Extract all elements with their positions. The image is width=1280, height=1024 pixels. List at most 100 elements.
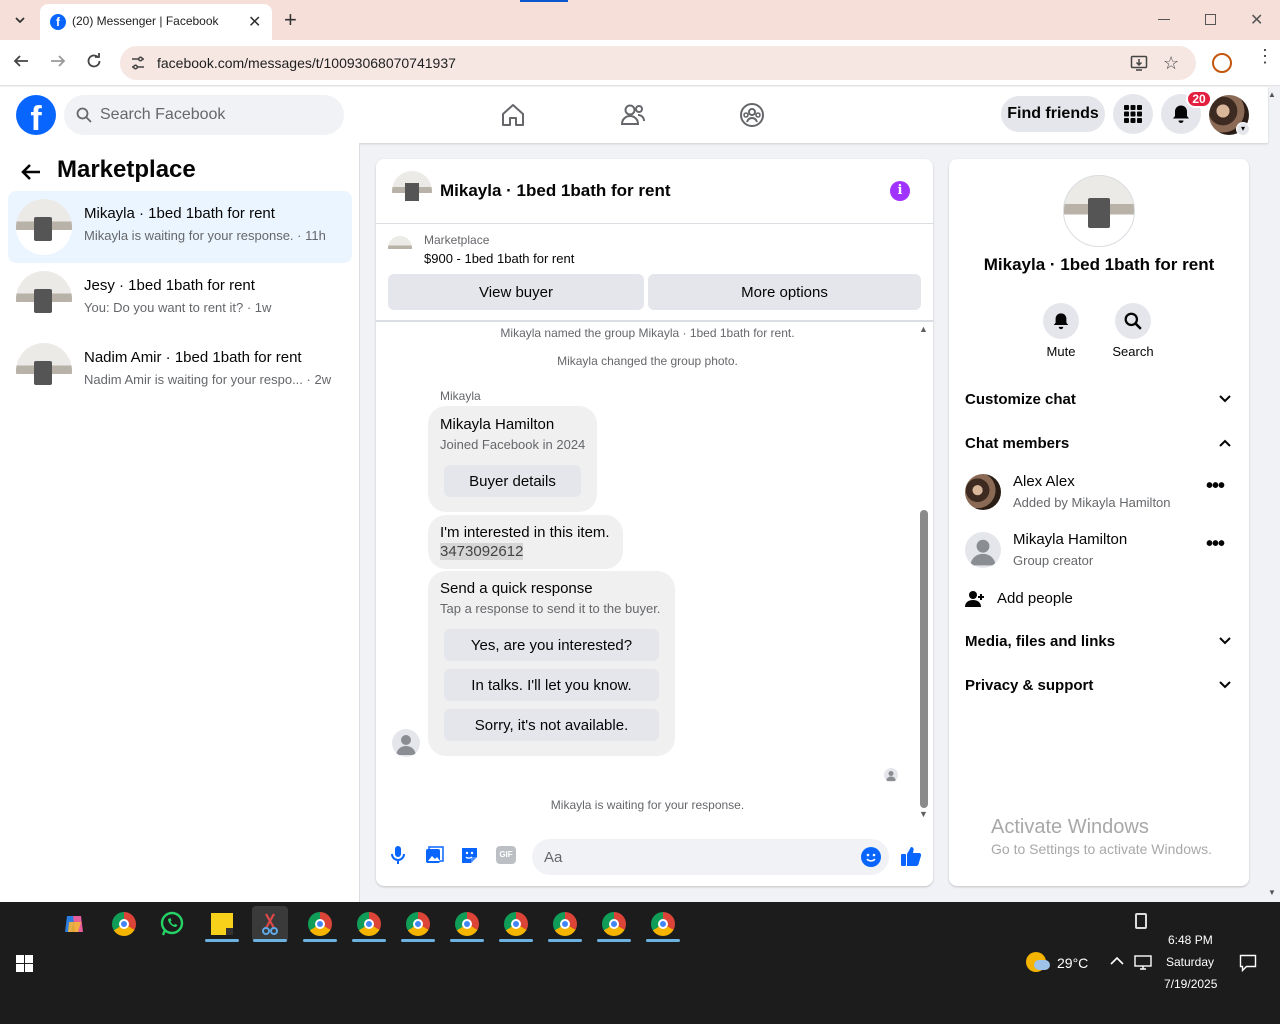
- listing-title[interactable]: $900 - 1bed 1bath for rent: [424, 251, 574, 266]
- clock-day[interactable]: Saturday: [1166, 955, 1214, 969]
- member-row[interactable]: Alex Alex Added by Mikayla Hamilton •••: [949, 471, 1249, 515]
- chat-title[interactable]: Mikayla · 1bed 1bath for rent: [440, 181, 671, 201]
- site-settings-icon[interactable]: [130, 55, 146, 71]
- chrome-profile-app-icon[interactable]: [351, 906, 387, 942]
- header-divider: [376, 223, 933, 224]
- minimize-icon[interactable]: [1158, 19, 1170, 20]
- account-chevron-icon[interactable]: ▾: [1236, 122, 1250, 136]
- conversation-name: Nadim Amir · 1bed 1bath for rent: [84, 349, 302, 366]
- quick-response-button[interactable]: Sorry, it's not available.: [444, 709, 659, 741]
- media-files-row[interactable]: Media, files and links: [949, 627, 1249, 657]
- listing-thumbnail: [16, 271, 72, 327]
- windows-start-icon[interactable]: [16, 955, 33, 972]
- chrome-profile-app-icon[interactable]: [302, 906, 338, 942]
- add-people-row[interactable]: Add people: [949, 585, 1249, 615]
- sticky-notes-app-icon[interactable]: [204, 906, 240, 942]
- chrome-app-icon[interactable]: [106, 906, 142, 942]
- weather-widget[interactable]: 29°C: [1026, 950, 1090, 976]
- new-tab-icon[interactable]: +: [284, 7, 297, 33]
- clock-date[interactable]: 7/19/2025: [1164, 977, 1217, 991]
- whatsapp-app-icon[interactable]: [154, 906, 190, 942]
- tab-close-icon[interactable]: ✕: [248, 12, 261, 32]
- group-photo[interactable]: [1063, 175, 1135, 247]
- close-window-icon[interactable]: ✕: [1250, 10, 1263, 30]
- copilot-app-icon[interactable]: [56, 906, 92, 942]
- more-options-button[interactable]: More options: [648, 274, 921, 310]
- notification-center-icon[interactable]: [1239, 954, 1257, 972]
- media-files-label: Media, files and links: [965, 633, 1116, 650]
- search-in-chat-button[interactable]: [1115, 303, 1151, 339]
- privacy-support-row[interactable]: Privacy & support: [949, 671, 1249, 701]
- page-scroll-up-arrow[interactable]: ▲: [1268, 90, 1276, 99]
- gif-icon[interactable]: GIF: [496, 846, 516, 864]
- friends-icon[interactable]: [620, 102, 646, 128]
- conversation-item[interactable]: Jesy · 1bed 1bath for rent You: Do you w…: [8, 263, 352, 335]
- listing-source: Marketplace: [424, 233, 490, 247]
- microphone-icon[interactable]: [390, 845, 406, 865]
- phone-number-text[interactable]: 3473092612: [440, 543, 524, 560]
- chrome-profile-app-icon[interactable]: [498, 906, 534, 942]
- chat-header-photo[interactable]: [392, 171, 432, 211]
- chrome-profile-app-icon[interactable]: [596, 906, 632, 942]
- reload-icon[interactable]: [85, 52, 103, 70]
- quick-response-button[interactable]: In talks. I'll let you know.: [444, 669, 659, 701]
- browser-menu-icon[interactable]: ⋮: [1256, 47, 1274, 65]
- chat-scrollbar-thumb[interactable]: [920, 510, 928, 808]
- more-options-icon[interactable]: •••: [1206, 533, 1225, 556]
- forward-icon[interactable]: [49, 52, 67, 70]
- info-icon[interactable]: i: [890, 181, 910, 201]
- facebook-logo-icon[interactable]: f: [16, 95, 56, 135]
- listing-divider: [376, 320, 933, 322]
- omnibox[interactable]: facebook.com/messages/t/1009306807074193…: [120, 46, 1196, 80]
- quick-response-button[interactable]: Yes, are you interested?: [444, 629, 659, 661]
- message-input[interactable]: Aa: [532, 839, 889, 875]
- emoji-icon[interactable]: [861, 847, 881, 867]
- clock-time[interactable]: 6:48 PM: [1168, 933, 1213, 947]
- like-thumb-icon[interactable]: [900, 845, 922, 867]
- conversation-item[interactable]: Mikayla · 1bed 1bath for rent Mikayla is…: [8, 191, 352, 263]
- sticker-icon[interactable]: [460, 846, 479, 865]
- tab-title: (20) Messenger | Facebook: [72, 14, 219, 28]
- view-buyer-button[interactable]: View buyer: [388, 274, 644, 310]
- active-app-indicator: [646, 939, 680, 942]
- network-icon[interactable]: [1134, 955, 1152, 971]
- snipping-tool-app-icon[interactable]: [252, 906, 288, 942]
- scroll-down-arrow[interactable]: ▼: [919, 809, 928, 819]
- bookmark-star-icon[interactable]: ☆: [1163, 53, 1179, 74]
- active-app-indicator: [597, 939, 631, 942]
- chrome-profile-app-icon[interactable]: [547, 906, 583, 942]
- install-app-icon[interactable]: [1130, 54, 1148, 72]
- attach-photo-icon[interactable]: [425, 846, 444, 864]
- home-icon[interactable]: [500, 102, 526, 128]
- back-arrow-icon[interactable]: [20, 161, 42, 183]
- customize-chat-row[interactable]: Customize chat: [949, 385, 1249, 415]
- restore-icon[interactable]: [1205, 14, 1216, 25]
- show-hidden-icons-icon[interactable]: [1110, 956, 1124, 966]
- more-options-icon[interactable]: •••: [1206, 475, 1225, 498]
- chrome-profile-app-icon[interactable]: [449, 906, 485, 942]
- page-scroll-down-arrow[interactable]: ▼: [1268, 888, 1276, 897]
- back-icon[interactable]: [12, 52, 30, 70]
- chrome-profile-app-icon[interactable]: [400, 906, 436, 942]
- menu-button[interactable]: [1113, 94, 1153, 134]
- browser-tab[interactable]: f (20) Messenger | Facebook ✕: [40, 4, 272, 40]
- conversation-item[interactable]: Nadim Amir · 1bed 1bath for rent Nadim A…: [8, 335, 352, 407]
- tab-search-button[interactable]: [8, 8, 32, 32]
- conversation-name: Mikayla · 1bed 1bath for rent: [84, 205, 275, 222]
- profile-icon[interactable]: [1212, 53, 1232, 73]
- scroll-up-arrow[interactable]: ▲: [919, 324, 928, 334]
- groups-icon[interactable]: [739, 102, 765, 128]
- find-friends-button[interactable]: Find friends: [1001, 96, 1105, 132]
- mute-button[interactable]: [1043, 303, 1079, 339]
- phone-link-icon[interactable]: [1135, 913, 1147, 929]
- search-input[interactable]: Search Facebook: [64, 95, 344, 135]
- notification-count-badge: 20: [1186, 90, 1212, 108]
- chat-members-row[interactable]: Chat members: [949, 429, 1249, 459]
- chrome-profile-app-icon[interactable]: [645, 906, 681, 942]
- message-bubble[interactable]: I'm interested in this item. 3473092612: [428, 515, 623, 569]
- member-row[interactable]: Mikayla Hamilton Group creator •••: [949, 529, 1249, 573]
- browser-tab-bar: f (20) Messenger | Facebook ✕ + ✕: [0, 0, 1280, 40]
- listing-thumbnail: [388, 236, 412, 260]
- buyer-details-button[interactable]: Buyer details: [444, 465, 581, 497]
- chat-info-panel: Mikayla · 1bed 1bath for rent Mute Searc…: [949, 159, 1249, 886]
